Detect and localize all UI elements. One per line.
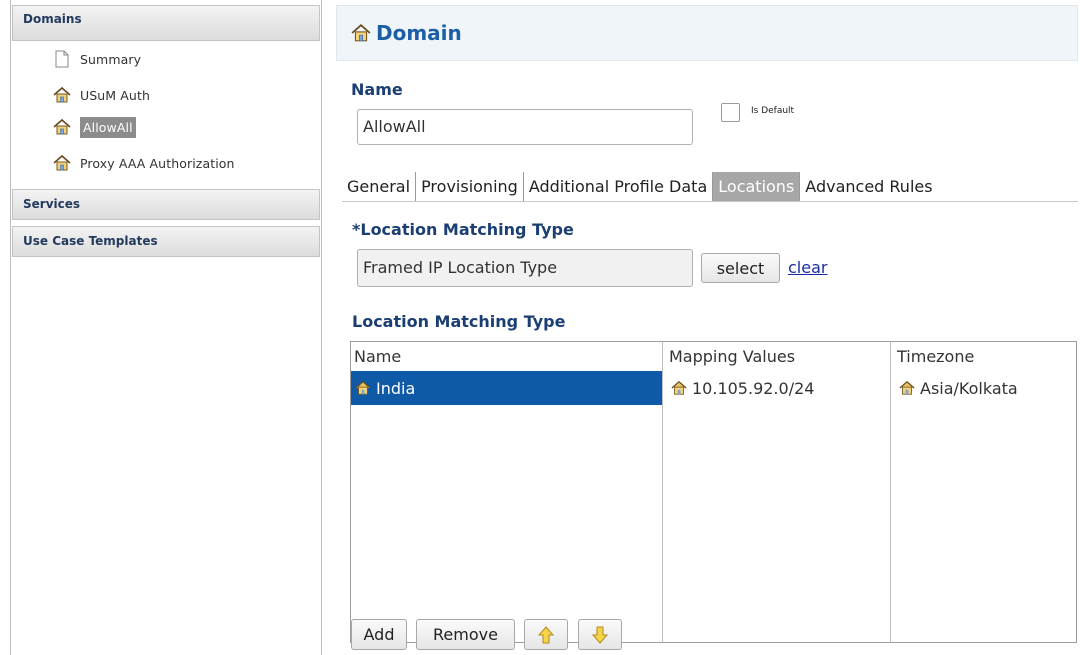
table-cell-name[interactable]: India — [351, 371, 662, 405]
timezone-value: Asia/Kolkata — [920, 378, 1018, 398]
name-field[interactable]: AllowAll — [357, 109, 693, 145]
location-name: India — [376, 378, 416, 398]
column-header-name[interactable]: Name — [351, 342, 662, 371]
tab-general[interactable]: General — [342, 172, 417, 202]
tab-additional-profile-data[interactable]: Additional Profile Data — [524, 172, 714, 202]
sidebar-item-label: USuM Auth — [80, 87, 150, 103]
table-cell-mapping-values[interactable]: 10.105.92.0/24 — [664, 371, 890, 405]
up-arrow-icon — [537, 625, 555, 644]
page-title: Domain — [376, 21, 462, 45]
sidebar-section-domains[interactable]: Domains — [12, 5, 320, 41]
move-down-button[interactable] — [578, 619, 622, 650]
house-icon — [671, 380, 687, 396]
move-up-button[interactable] — [524, 619, 568, 650]
page-header: Domain — [336, 5, 1078, 61]
house-icon — [355, 380, 371, 396]
house-icon — [899, 380, 915, 396]
tab-divider — [342, 201, 1078, 202]
tab-provisioning[interactable]: Provisioning — [416, 172, 524, 202]
location-matching-type-field[interactable]: Framed IP Location Type — [357, 249, 693, 287]
sidebar-item-usum-auth[interactable]: USuM Auth — [53, 85, 150, 105]
sidebar-section-services[interactable]: Services — [12, 189, 320, 220]
sidebar-item-label: Summary — [80, 51, 142, 67]
house-icon — [53, 118, 71, 136]
sidebar-item-label: AllowAll — [80, 116, 136, 138]
tab-locations[interactable]: Locations — [713, 172, 801, 202]
house-icon — [53, 86, 71, 104]
down-arrow-icon — [591, 626, 609, 644]
location-matching-type-label: *Location Matching Type — [352, 220, 574, 239]
table-row[interactable]: India 10.105.92.0/24 Asia/Kolkata — [351, 371, 1076, 405]
tab-bar: General Provisioning Additional Profile … — [342, 172, 938, 202]
is-default-label: Is Default — [751, 106, 795, 116]
tab-advanced-rules[interactable]: Advanced Rules — [800, 172, 937, 202]
sidebar-item-label: Proxy AAA Authorization — [80, 155, 235, 171]
is-default-checkbox[interactable] — [721, 103, 740, 122]
sidebar-item-proxy-aaa-authorization[interactable]: Proxy AAA Authorization — [53, 153, 235, 173]
sidebar-item-summary[interactable]: Summary — [53, 49, 141, 69]
clear-link[interactable]: clear — [788, 258, 827, 277]
name-label: Name — [351, 80, 403, 99]
select-button[interactable]: select — [701, 253, 780, 283]
mapping-value: 10.105.92.0/24 — [692, 378, 815, 398]
location-table: Name Mapping Values Timezone India 10.10… — [350, 341, 1077, 643]
domain-editor-window: Domains Summary USuM Auth AllowAll Proxy… — [0, 0, 1084, 655]
add-button[interactable]: Add — [351, 619, 407, 650]
location-table-title: Location Matching Type — [352, 312, 566, 331]
table-cell-timezone[interactable]: Asia/Kolkata — [892, 371, 1076, 405]
remove-button[interactable]: Remove — [416, 619, 515, 650]
sidebar-section-use-case-templates[interactable]: Use Case Templates — [12, 226, 320, 257]
column-header-mapping-values[interactable]: Mapping Values — [664, 342, 890, 371]
column-header-timezone[interactable]: Timezone — [892, 342, 1076, 371]
house-icon — [53, 154, 71, 172]
house-icon — [351, 23, 371, 43]
sidebar-item-allowall[interactable]: AllowAll — [53, 116, 136, 138]
document-icon — [53, 50, 71, 68]
